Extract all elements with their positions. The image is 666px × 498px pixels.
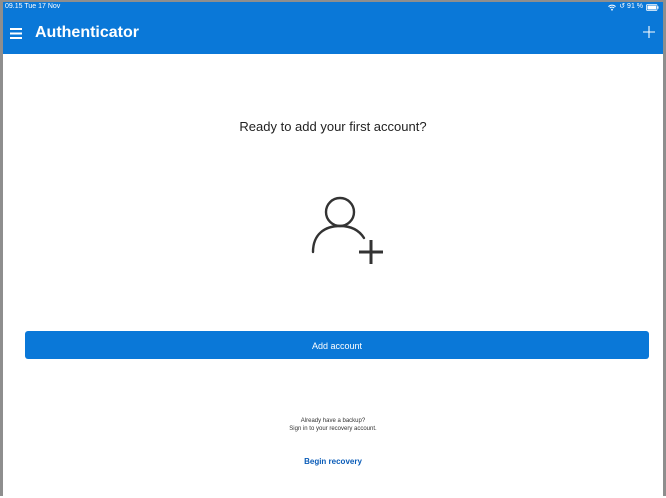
status-bar: 09.15 Tue 17 Nov ↺ 91 %	[3, 2, 663, 12]
backup-prompt: Already have a backup? Sign in to your r…	[3, 417, 663, 433]
person-add-icon	[309, 192, 385, 270]
app-window: 09.15 Tue 17 Nov ↺ 91 % Authenticator Re…	[0, 0, 666, 496]
status-indicators: ↺ 91 %	[608, 2, 659, 12]
plus-icon[interactable]	[642, 25, 656, 39]
hamburger-menu-icon[interactable]	[10, 26, 24, 40]
wifi-icon	[608, 4, 617, 11]
battery-icon	[646, 3, 659, 11]
empty-state-headline: Ready to add your first account?	[239, 119, 427, 134]
nav-bar: Authenticator	[3, 12, 663, 54]
add-account-button[interactable]: Add account	[25, 331, 649, 359]
page-title: Authenticator	[35, 24, 139, 41]
backup-prompt-line2: Sign in to your recovery account.	[289, 426, 377, 432]
battery-percentage: ↺ 91 %	[619, 3, 643, 10]
begin-recovery-link[interactable]: Begin recovery	[3, 457, 663, 466]
status-time: 09.15 Tue 17 Nov	[5, 3, 61, 10]
backup-prompt-line1: Already have a backup?	[300, 418, 366, 424]
